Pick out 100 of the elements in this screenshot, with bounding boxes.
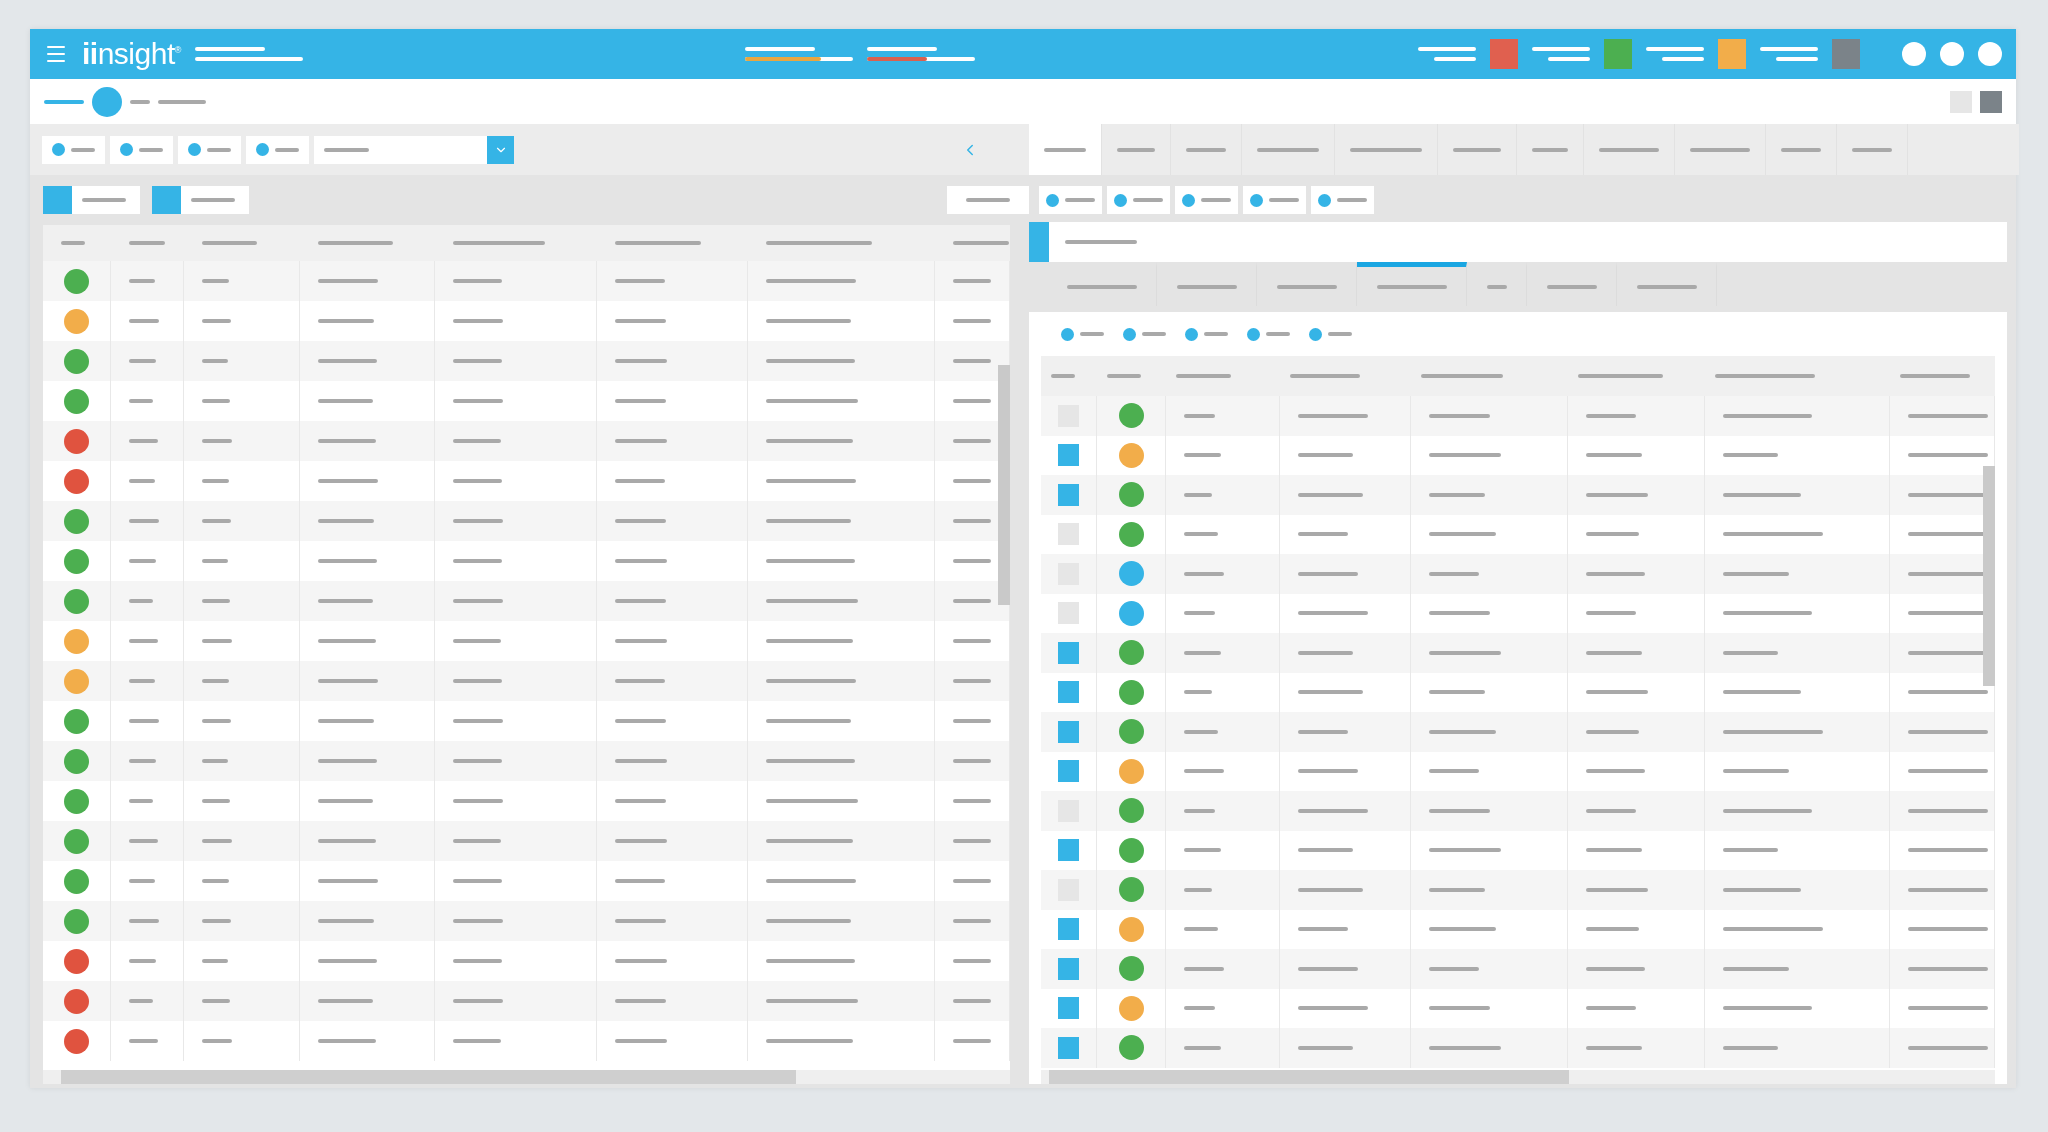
placeholder-line bbox=[129, 241, 165, 245]
filter-chip[interactable] bbox=[1039, 186, 1102, 214]
checkbox[interactable] bbox=[1058, 839, 1079, 862]
placeholder-line bbox=[953, 919, 991, 923]
placeholder-line bbox=[1429, 611, 1490, 616]
view-toggle[interactable] bbox=[1980, 90, 2002, 113]
status-tile[interactable] bbox=[1718, 39, 1746, 69]
checkbox[interactable] bbox=[1058, 1036, 1079, 1059]
placeholder-line bbox=[318, 919, 374, 923]
placeholder-line bbox=[453, 799, 503, 803]
scrollbar-thumb[interactable] bbox=[1983, 466, 1995, 686]
placeholder-line bbox=[453, 679, 502, 683]
filter-chip[interactable] bbox=[178, 135, 241, 164]
filter-chip[interactable] bbox=[1311, 186, 1374, 214]
placeholder-line bbox=[453, 999, 503, 1003]
placeholder-line bbox=[745, 47, 816, 51]
sub-tab[interactable] bbox=[1357, 262, 1467, 306]
placeholder-line bbox=[615, 879, 665, 883]
checkbox[interactable] bbox=[1058, 602, 1079, 625]
checkbox[interactable] bbox=[1058, 760, 1079, 783]
placeholder-line bbox=[953, 519, 991, 523]
placeholder-line bbox=[1532, 47, 1590, 51]
checkbox[interactable] bbox=[1058, 444, 1079, 467]
placeholder-line bbox=[1298, 1045, 1353, 1050]
status-tile[interactable] bbox=[1604, 39, 1632, 69]
status-tile[interactable] bbox=[1490, 39, 1518, 69]
placeholder-line bbox=[1044, 147, 1086, 152]
placeholder-line bbox=[453, 599, 503, 603]
checkbox[interactable] bbox=[1058, 720, 1079, 743]
placeholder-line bbox=[453, 959, 502, 963]
placeholder-line bbox=[318, 559, 377, 563]
scrollbar-track[interactable] bbox=[1041, 1070, 1995, 1084]
tab[interactable] bbox=[1029, 124, 1102, 175]
placeholder-line bbox=[194, 47, 265, 51]
placeholder-line bbox=[318, 319, 374, 323]
view-toggle[interactable] bbox=[1950, 90, 1972, 113]
filter-chip[interactable] bbox=[1107, 186, 1170, 214]
placeholder-line bbox=[1298, 729, 1348, 734]
placeholder-line bbox=[1586, 571, 1645, 576]
placeholder-line bbox=[1269, 198, 1299, 202]
placeholder-line bbox=[453, 519, 503, 523]
placeholder-line bbox=[1586, 611, 1636, 616]
status-tile[interactable] bbox=[1832, 39, 1860, 69]
placeholder-line bbox=[202, 279, 229, 283]
placeholder-line bbox=[1429, 1045, 1501, 1050]
action-button[interactable] bbox=[152, 186, 249, 214]
round-button[interactable] bbox=[1940, 42, 1964, 66]
scrollbar-thumb[interactable] bbox=[998, 365, 1010, 605]
placeholder-line bbox=[1429, 413, 1490, 418]
placeholder-line bbox=[318, 719, 374, 723]
checkbox[interactable] bbox=[1058, 483, 1079, 506]
checkbox[interactable] bbox=[1058, 957, 1079, 980]
placeholder-line bbox=[1298, 532, 1348, 537]
round-button[interactable] bbox=[1902, 42, 1926, 66]
dot-icon bbox=[52, 143, 65, 156]
checkbox[interactable] bbox=[1058, 523, 1079, 546]
placeholder-line bbox=[615, 479, 665, 483]
filter-chip[interactable] bbox=[246, 135, 309, 164]
dropdown-field[interactable] bbox=[314, 135, 514, 164]
dot-icon bbox=[1182, 193, 1195, 207]
placeholder-line bbox=[615, 599, 666, 603]
placeholder-line bbox=[129, 839, 158, 843]
placeholder-line bbox=[129, 999, 153, 1003]
placeholder-line bbox=[1760, 47, 1818, 51]
filter-chip[interactable] bbox=[1243, 186, 1306, 214]
placeholder-line bbox=[129, 1039, 158, 1043]
placeholder-line bbox=[1184, 927, 1218, 932]
placeholder-line bbox=[953, 959, 991, 963]
checkbox[interactable] bbox=[1058, 641, 1079, 664]
placeholder-line bbox=[453, 1039, 501, 1043]
placeholder-line bbox=[129, 439, 158, 443]
round-button[interactable] bbox=[1978, 42, 2002, 66]
checkbox[interactable] bbox=[1058, 997, 1079, 1020]
scrollbar-track[interactable] bbox=[43, 1070, 1010, 1084]
checkbox[interactable] bbox=[1058, 918, 1079, 941]
placeholder-line bbox=[953, 399, 991, 403]
placeholder-line bbox=[318, 1039, 376, 1043]
placeholder-line bbox=[1184, 492, 1212, 497]
placeholder-line bbox=[1429, 1006, 1490, 1011]
step-circle[interactable] bbox=[92, 86, 122, 117]
placeholder-line bbox=[615, 959, 667, 963]
placeholder-line bbox=[1184, 650, 1221, 655]
checkbox[interactable] bbox=[1058, 681, 1079, 704]
dot-icon bbox=[256, 143, 269, 156]
placeholder-line bbox=[1636, 284, 1697, 289]
placeholder-line bbox=[1586, 650, 1642, 655]
placeholder-line bbox=[1429, 769, 1479, 774]
placeholder-line bbox=[1723, 453, 1778, 458]
filter-chip[interactable] bbox=[42, 135, 105, 164]
placeholder-line bbox=[1184, 532, 1218, 537]
action-button[interactable] bbox=[43, 186, 140, 214]
placeholder-line bbox=[1723, 1045, 1778, 1050]
placeholder-line bbox=[318, 279, 378, 283]
placeholder-line bbox=[453, 919, 503, 923]
action-button[interactable] bbox=[947, 186, 1029, 214]
dot-icon bbox=[120, 143, 133, 156]
placeholder-line bbox=[615, 639, 667, 643]
filter-chip[interactable] bbox=[1175, 186, 1238, 214]
filter-chip[interactable] bbox=[110, 135, 173, 164]
placeholder-line bbox=[1298, 769, 1358, 774]
